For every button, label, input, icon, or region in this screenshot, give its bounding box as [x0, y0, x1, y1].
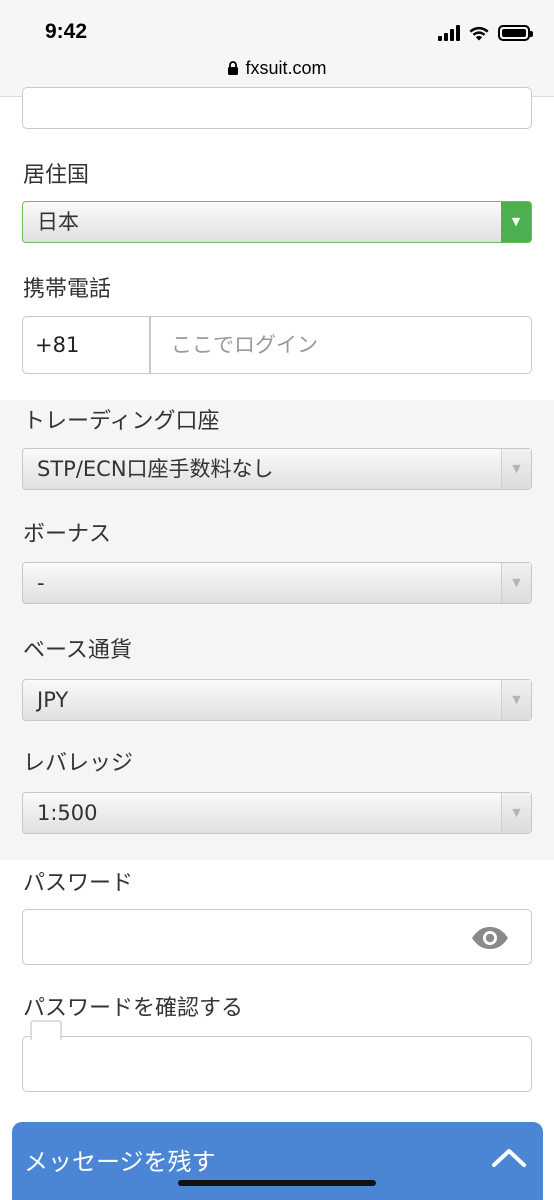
- eye-icon[interactable]: [471, 926, 509, 950]
- wifi-icon: [469, 26, 489, 41]
- bonus-select[interactable]: - ▼: [22, 562, 532, 604]
- previous-text-field[interactable]: [22, 87, 532, 129]
- url-bar[interactable]: fxsuit.com: [0, 58, 554, 79]
- lock-icon: [228, 61, 239, 75]
- battery-icon: [498, 25, 533, 41]
- phone-label: 携帯電話: [23, 277, 112, 302]
- password-confirm-input[interactable]: [22, 1036, 532, 1092]
- chat-widget[interactable]: メッセージを残す: [12, 1122, 543, 1200]
- dropdown-arrow-icon: ▼: [501, 680, 531, 720]
- leverage-select[interactable]: 1:500 ▼: [22, 792, 532, 834]
- base-currency-select[interactable]: JPY ▼: [22, 679, 532, 721]
- browser-top-bar: 9:42 fxsuit.com: [0, 0, 554, 97]
- trading-account-select[interactable]: STP/ECN口座手数料なし ▼: [22, 448, 532, 490]
- phone-country-code-field[interactable]: +81: [22, 316, 150, 374]
- chat-widget-label: メッセージを残す: [24, 1148, 216, 1176]
- status-icons: [438, 22, 533, 44]
- bonus-value: -: [37, 571, 45, 595]
- terms-checkbox[interactable]: [30, 1020, 62, 1040]
- base-currency-value: JPY: [37, 688, 69, 712]
- dropdown-arrow-icon: ▼: [501, 202, 531, 242]
- home-indicator: [178, 1180, 376, 1186]
- password-input[interactable]: [22, 909, 532, 965]
- cellular-signal-icon: [438, 25, 460, 41]
- status-time: 9:42: [45, 20, 88, 43]
- trading-account-label: トレーディング口座: [23, 409, 220, 434]
- dropdown-arrow-icon: ▼: [501, 449, 531, 489]
- country-label: 居住国: [23, 163, 90, 188]
- phone-number-input[interactable]: ここでログイン: [150, 316, 532, 374]
- dropdown-arrow-icon: ▼: [501, 793, 531, 833]
- base-currency-label: ベース通貨: [23, 638, 132, 663]
- chevron-up-icon[interactable]: [491, 1146, 527, 1168]
- dropdown-arrow-icon: ▼: [501, 563, 531, 603]
- country-select[interactable]: 日本 ▼: [22, 201, 532, 243]
- leverage-label: レバレッジ: [23, 751, 134, 776]
- country-value: 日本: [37, 210, 79, 234]
- trading-account-value: STP/ECN口座手数料なし: [37, 457, 274, 481]
- leverage-value: 1:500: [37, 801, 98, 825]
- password-confirm-label: パスワードを確認する: [23, 996, 244, 1021]
- url-text: fxsuit.com: [245, 58, 327, 78]
- password-label: パスワード: [23, 871, 134, 896]
- bonus-label: ボーナス: [23, 522, 112, 547]
